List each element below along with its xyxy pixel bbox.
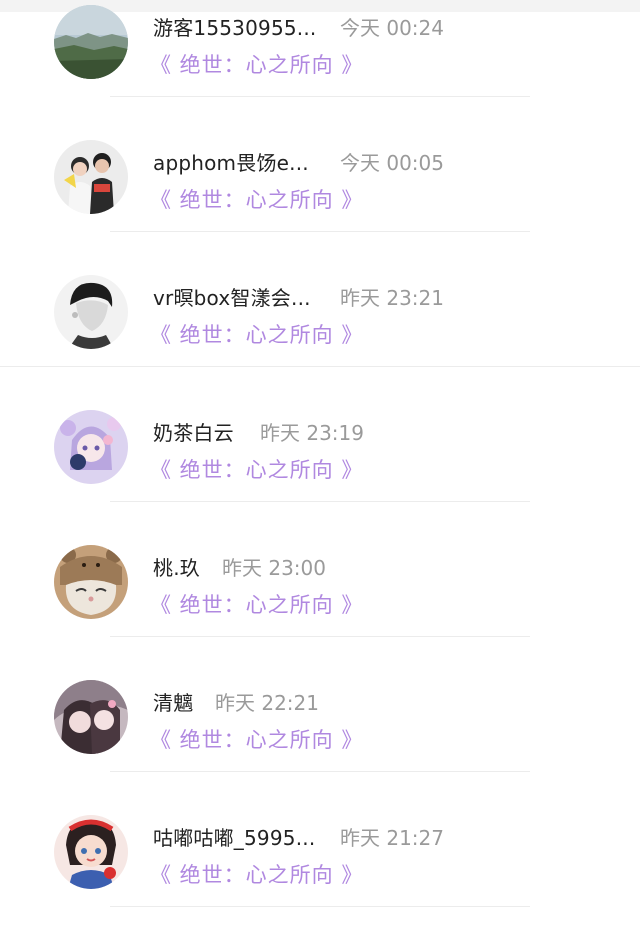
comment-time: 昨天 21:27	[340, 826, 444, 850]
cat-avatar[interactable]	[54, 545, 128, 619]
list-item[interactable]: apphom畏饧e... 今天 00:05 《 绝世：心之所向 》	[0, 135, 640, 269]
couple-avatar[interactable]	[54, 140, 128, 214]
comment-time: 昨天 23:00	[222, 556, 326, 580]
list-item[interactable]: 游客15530955... 今天 00:24 《 绝世：心之所向 》	[0, 0, 640, 134]
divider	[110, 96, 530, 97]
list-item[interactable]: 咕嘟咕嘟_5995... 昨天 21:27 《 绝世：心之所向 》	[0, 810, 640, 944]
divider	[0, 366, 640, 367]
work-title-link[interactable]: 《 绝世：心之所向 》	[150, 859, 363, 889]
comment-time: 昨天 23:19	[260, 421, 364, 445]
anime-girl-avatar[interactable]	[54, 410, 128, 484]
man-portrait-avatar[interactable]	[54, 275, 128, 349]
divider	[110, 636, 530, 637]
list-item[interactable]: 桃.玖 昨天 23:00 《 绝世：心之所向 》	[0, 540, 640, 674]
username[interactable]: 咕嘟咕嘟_5995...	[153, 822, 315, 851]
list-item[interactable]: 奶茶白云 昨天 23:19 《 绝世：心之所向 》	[0, 405, 640, 539]
work-title-link[interactable]: 《 绝世：心之所向 》	[150, 724, 363, 754]
username[interactable]: 奶茶白云	[153, 417, 234, 446]
divider	[110, 231, 530, 232]
landscape-avatar[interactable]	[54, 5, 128, 79]
divider	[110, 906, 530, 907]
list-item[interactable]: 清魑 昨天 22:21 《 绝世：心之所向 》	[0, 675, 640, 809]
work-title-link[interactable]: 《 绝世：心之所向 》	[150, 589, 363, 619]
snow-white-avatar[interactable]	[54, 815, 128, 889]
list-item[interactable]: vr暝box智漾会... 昨天 23:21 《 绝世：心之所向 》	[0, 270, 640, 404]
username[interactable]: apphom畏饧e...	[153, 147, 309, 176]
work-title-link[interactable]: 《 绝世：心之所向 》	[150, 184, 363, 214]
divider	[110, 501, 530, 502]
work-title-link[interactable]: 《 绝世：心之所向 》	[150, 454, 363, 484]
work-title-link[interactable]: 《 绝世：心之所向 》	[150, 319, 363, 349]
comment-time: 今天 00:24	[340, 16, 444, 40]
comment-time: 今天 00:05	[340, 151, 444, 175]
work-title-link[interactable]: 《 绝世：心之所向 》	[150, 49, 363, 79]
username[interactable]: 桃.玖	[153, 552, 200, 581]
username[interactable]: vr暝box智漾会...	[153, 282, 311, 311]
username[interactable]: 游客15530955...	[153, 12, 316, 41]
comment-time: 昨天 22:21	[215, 691, 319, 715]
divider	[110, 771, 530, 772]
username[interactable]: 清魑	[153, 687, 193, 716]
girls-photo-avatar[interactable]	[54, 680, 128, 754]
comment-time: 昨天 23:21	[340, 286, 444, 310]
